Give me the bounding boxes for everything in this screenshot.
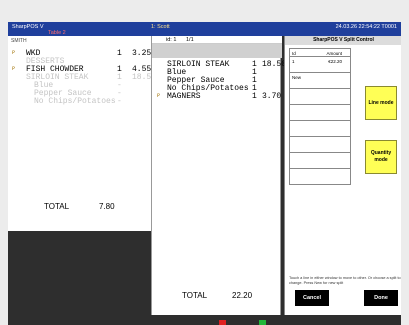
line-mode-button[interactable]: Line mode (365, 86, 397, 120)
pos-screen: SharpPOS V Table 2 1: Scott 24.03.26 22:… (8, 22, 401, 325)
instructions-text: Touch a line in either window to move to… (289, 276, 401, 285)
source-bill-row[interactable]: No Chips/Potatoes - (8, 97, 155, 106)
split-table-row[interactable] (289, 121, 351, 137)
split-table-row[interactable] (289, 153, 351, 169)
split-control-dialog: SharpPOS V Split Control Id Amount 1 €22.… (284, 36, 401, 315)
split-total-label: TOTAL (182, 291, 208, 300)
split-total-value: 22.20 (232, 291, 253, 300)
cancel-button[interactable]: Cancel (295, 290, 329, 306)
user-name: 1: Scott (151, 24, 170, 30)
split-bill-row[interactable]: SIRLOIN STEAK 1 18.50 (152, 60, 286, 69)
split-bill-header: id: 1 1/1 (152, 36, 282, 44)
item-qty: 1 (252, 92, 257, 101)
quantity-mode-button[interactable]: Quantity mode (365, 140, 397, 174)
split-bill-row[interactable]: No Chips/Potatoes 1 (152, 84, 282, 93)
split-id: id: 1 (166, 37, 177, 43)
split-bill-panel[interactable]: id: 1 1/1 SIRLOIN STEAK 1 18.50 Blue 1 Pepper… (151, 36, 286, 315)
source-bill-row[interactable]: DESSERTS (8, 57, 155, 66)
dialog-title: SharpPOS V Split Control (285, 36, 401, 45)
split-table-row[interactable] (289, 105, 351, 121)
row-marker: P (157, 93, 161, 99)
split-bill-row[interactable]: Pepper Sauce 1 (152, 76, 282, 85)
item-name: No Chips/Potatoes (34, 97, 116, 106)
red-status-icon[interactable] (219, 320, 226, 325)
row-marker: P (12, 50, 16, 56)
source-total-value: 7.80 (99, 202, 115, 211)
item-qty: - (117, 97, 122, 106)
source-bill-row[interactable]: Blue - (8, 81, 155, 90)
source-bill-row[interactable]: Pepper Sauce - (8, 89, 155, 98)
col-amount-label: Amount (326, 51, 342, 56)
green-status-icon[interactable] (259, 320, 266, 325)
split-bill-band (152, 44, 282, 58)
split-table-row[interactable] (289, 169, 351, 185)
source-total-label: TOTAL (44, 202, 70, 211)
split-table: Id Amount 1 €22.20 New (289, 48, 351, 185)
split-id-cell: 1 (292, 59, 295, 64)
bill-owner: SMITH (11, 38, 27, 44)
split-id-cell: New (292, 75, 302, 80)
source-bill-panel[interactable]: SMITH P WKD 1 3.25 DESSERTS P FISH CHOWDER 1 4.5… (8, 36, 156, 231)
split-bill-row[interactable]: Blue 1 (152, 68, 282, 77)
split-table-header: Id Amount (289, 48, 351, 57)
split-page: 1/1 (186, 37, 194, 43)
split-table-row[interactable]: New (289, 73, 351, 89)
split-bill-row[interactable]: P MAGNERS 1 3.70 (152, 92, 282, 101)
col-id-label: Id (292, 51, 296, 56)
app-name: SharpPOS V (12, 24, 44, 30)
datetime: 24.03.26 22:54:22 T0001 (335, 24, 397, 30)
source-bill-row[interactable]: P WKD 1 3.25 (8, 49, 155, 58)
item-name: MAGNERS (167, 92, 201, 101)
split-table-row[interactable]: 1 €22.20 (289, 57, 351, 73)
split-table-row[interactable] (289, 137, 351, 153)
item-price: 3.70 (262, 92, 282, 101)
row-marker: P (12, 66, 16, 72)
split-amount-cell: €22.20 (328, 59, 342, 64)
source-bill-row[interactable]: SIRLOIN STEAK 1 18.50 (8, 73, 156, 82)
done-button[interactable]: Done (364, 290, 398, 306)
source-bill-row[interactable]: P FISH CHOWDER 1 4.55 (8, 65, 155, 74)
split-table-row[interactable] (289, 89, 351, 105)
title-bar: SharpPOS V Table 2 1: Scott 24.03.26 22:… (8, 22, 401, 36)
